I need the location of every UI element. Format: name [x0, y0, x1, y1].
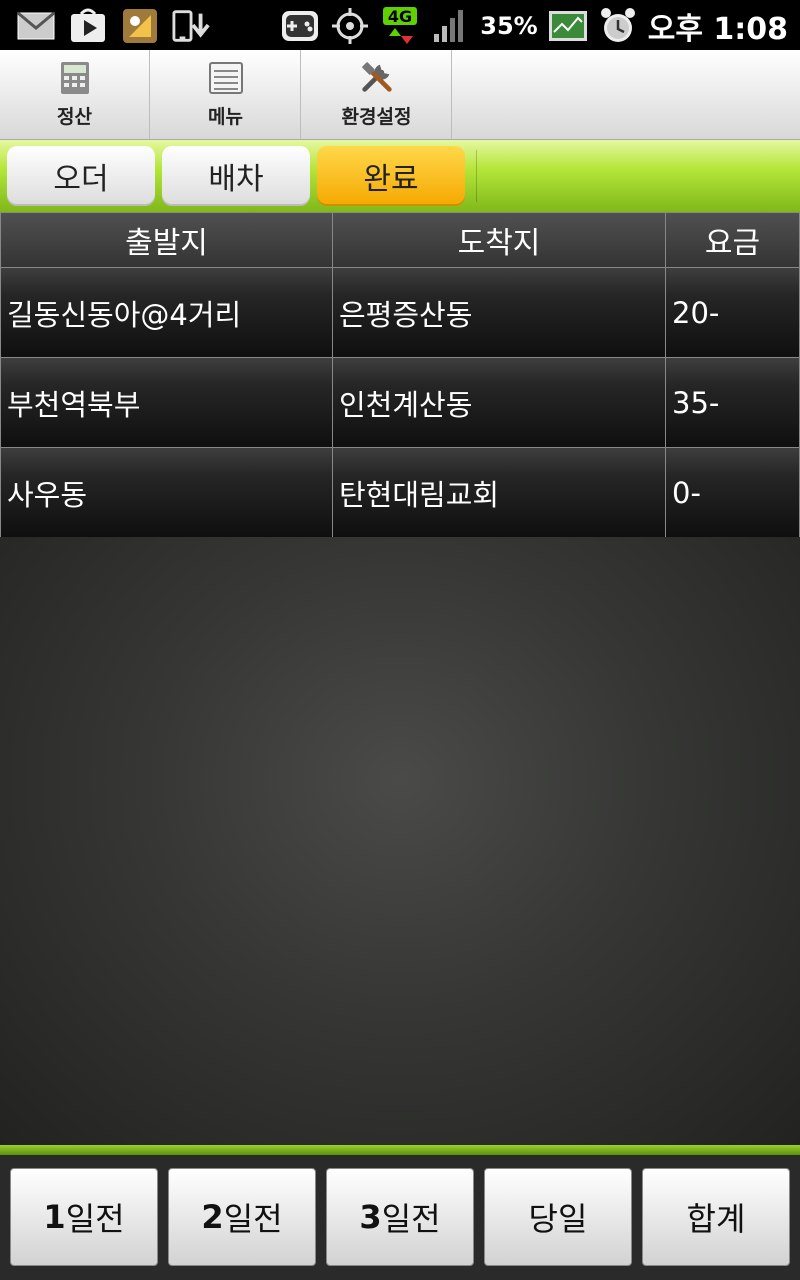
status-bar: 4G 35% 오후 1:08 — [0, 0, 800, 50]
fare-cell: 20- — [666, 268, 800, 358]
mail-icon — [16, 7, 56, 45]
tab-bar: 오더 배차 완료 — [0, 140, 800, 212]
button-text: 당일 — [528, 1200, 588, 1238]
departure-cell: 부천역북부 — [0, 358, 333, 448]
menu-button[interactable]: 메뉴 — [151, 50, 301, 139]
three-days-ago-button[interactable]: 3 일전 — [326, 1168, 474, 1266]
tab-order[interactable]: 오더 — [7, 146, 155, 206]
button-number: 2 — [201, 1198, 224, 1236]
arrival-cell: 인천계산동 — [333, 358, 666, 448]
bottom-accent-line — [0, 1145, 800, 1155]
signal-icon — [430, 7, 470, 45]
bottom-bar: 1 일전 2 일전 3 일전 당일 합계 — [0, 1145, 800, 1280]
app-notification-icon — [120, 7, 160, 45]
gamepad-icon — [280, 7, 320, 45]
calculator-icon — [57, 60, 93, 96]
two-days-ago-button[interactable]: 2 일전 — [168, 1168, 316, 1266]
network-4g-icon: 4G — [380, 7, 420, 45]
list-icon — [208, 60, 244, 96]
button-number: 1 — [43, 1198, 66, 1236]
departure-cell: 길동신동아@4거리 — [0, 268, 333, 358]
settings-label: 환경설정 — [341, 106, 412, 128]
settings-button[interactable]: 환경설정 — [302, 50, 452, 139]
settle-label: 정산 — [57, 106, 92, 128]
table-row[interactable]: 부천역북부 인천계산동 35- — [0, 358, 800, 448]
tab-dispatch[interactable]: 배차 — [162, 146, 310, 206]
header-departure[interactable]: 출발지 — [0, 212, 333, 268]
content-background — [0, 537, 800, 1145]
svg-text:4G: 4G — [388, 7, 412, 26]
gps-icon — [330, 7, 370, 45]
tools-icon — [359, 60, 395, 96]
battery-percent: 35% — [480, 12, 538, 40]
table-row[interactable]: 사우동 탄현대림교회 0- — [0, 448, 800, 538]
clock: 오후 1:08 — [648, 4, 788, 48]
button-number: 3 — [359, 1198, 382, 1236]
departure-cell: 사우동 — [0, 448, 333, 538]
clock-ampm: 오후 — [647, 12, 703, 47]
download-icon — [172, 7, 212, 45]
arrival-cell: 탄현대림교회 — [333, 448, 666, 538]
battery-app-icon — [548, 7, 588, 45]
alarm-clock-icon — [598, 7, 638, 45]
total-button[interactable]: 합계 — [642, 1168, 790, 1266]
header-fare[interactable]: 요금 — [666, 212, 800, 268]
button-text: 일전 — [223, 1200, 283, 1238]
button-text: 일전 — [381, 1200, 441, 1238]
system-icons: 4G 35% 오후 1:08 — [280, 4, 788, 48]
tab-completed[interactable]: 완료 — [317, 146, 465, 206]
header-arrival[interactable]: 도착지 — [333, 212, 666, 268]
clock-time: 1:08 — [713, 12, 788, 47]
fare-cell: 0- — [666, 448, 800, 538]
menu-label: 메뉴 — [208, 106, 243, 128]
table-header: 출발지 도착지 요금 — [0, 212, 800, 268]
play-store-icon — [68, 7, 108, 45]
button-text: 합계 — [686, 1200, 746, 1238]
orders-table: 출발지 도착지 요금 길동신동아@4거리 은평증산동 20- 부천역북부 인천계… — [0, 212, 800, 538]
one-day-ago-button[interactable]: 1 일전 — [10, 1168, 158, 1266]
notification-icons — [16, 7, 212, 45]
arrival-cell: 은평증산동 — [333, 268, 666, 358]
table-row[interactable]: 길동신동아@4거리 은평증산동 20- — [0, 268, 800, 358]
tab-divider — [476, 150, 477, 202]
settle-button[interactable]: 정산 — [0, 50, 150, 139]
button-text: 일전 — [65, 1200, 125, 1238]
top-toolbar: 정산 메뉴 환경설정 — [0, 50, 800, 140]
fare-cell: 35- — [666, 358, 800, 448]
today-button[interactable]: 당일 — [484, 1168, 632, 1266]
